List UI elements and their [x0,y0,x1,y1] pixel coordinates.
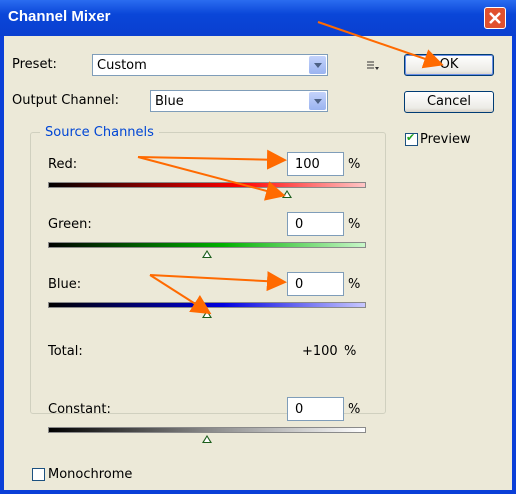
red-unit: % [348,157,361,172]
constant-slider-thumb[interactable] [202,435,212,443]
constant-value-field[interactable]: 0 [287,397,344,421]
cancel-button[interactable]: Cancel [404,91,494,113]
blue-slider-track[interactable] [48,302,366,308]
green-value: 0 [295,217,304,232]
constant-unit: % [348,402,361,417]
constant-label: Constant: [48,402,111,417]
blue-unit: % [348,277,361,292]
green-slider-thumb[interactable] [202,250,212,258]
output-channel-value: Blue [155,94,184,109]
close-button[interactable] [484,7,506,29]
chevron-down-icon[interactable] [309,56,326,74]
title-bar[interactable]: Channel Mixer [0,0,516,36]
channel-mixer-window: Channel Mixer Preset: Custom Output Chan… [0,0,516,494]
green-slider-track[interactable] [48,242,366,248]
preset-value: Custom [97,58,147,73]
total-unit: % [344,344,357,359]
red-label: Red: [48,157,78,172]
total-label: Total: [48,344,83,359]
red-slider-thumb[interactable] [281,190,292,198]
green-value-field[interactable]: 0 [287,212,344,236]
output-channel-label: Output Channel: [12,93,120,108]
red-slider-track[interactable] [48,182,366,188]
chevron-down-icon[interactable] [309,92,326,110]
blue-slider-thumb[interactable] [202,310,212,318]
preset-label: Preset: [12,57,57,72]
output-channel-select[interactable]: Blue [150,90,328,112]
preset-options-icon[interactable] [366,60,379,72]
preview-checkbox[interactable] [405,131,418,146]
red-value-field[interactable]: 100 [287,152,344,176]
window-title: Channel Mixer [8,8,111,25]
blue-value-field[interactable]: 0 [287,272,344,296]
blue-value: 0 [295,277,304,292]
source-channels-title: Source Channels [40,125,159,140]
blue-label: Blue: [48,277,82,292]
preview-label: Preview [420,132,471,147]
constant-slider-track[interactable] [48,427,366,433]
red-value: 100 [295,157,320,172]
monochrome-checkbox[interactable] [32,468,45,481]
monochrome-label: Monochrome [48,467,133,482]
close-icon [489,12,501,24]
preset-select[interactable]: Custom [92,54,328,76]
total-value: +100 [302,344,338,359]
dialog-body: Preset: Custom Output Channel: Blue OK C… [4,36,512,490]
green-unit: % [348,217,361,232]
ok-button[interactable]: OK [404,54,494,76]
constant-value: 0 [295,402,304,417]
green-label: Green: [48,217,92,232]
